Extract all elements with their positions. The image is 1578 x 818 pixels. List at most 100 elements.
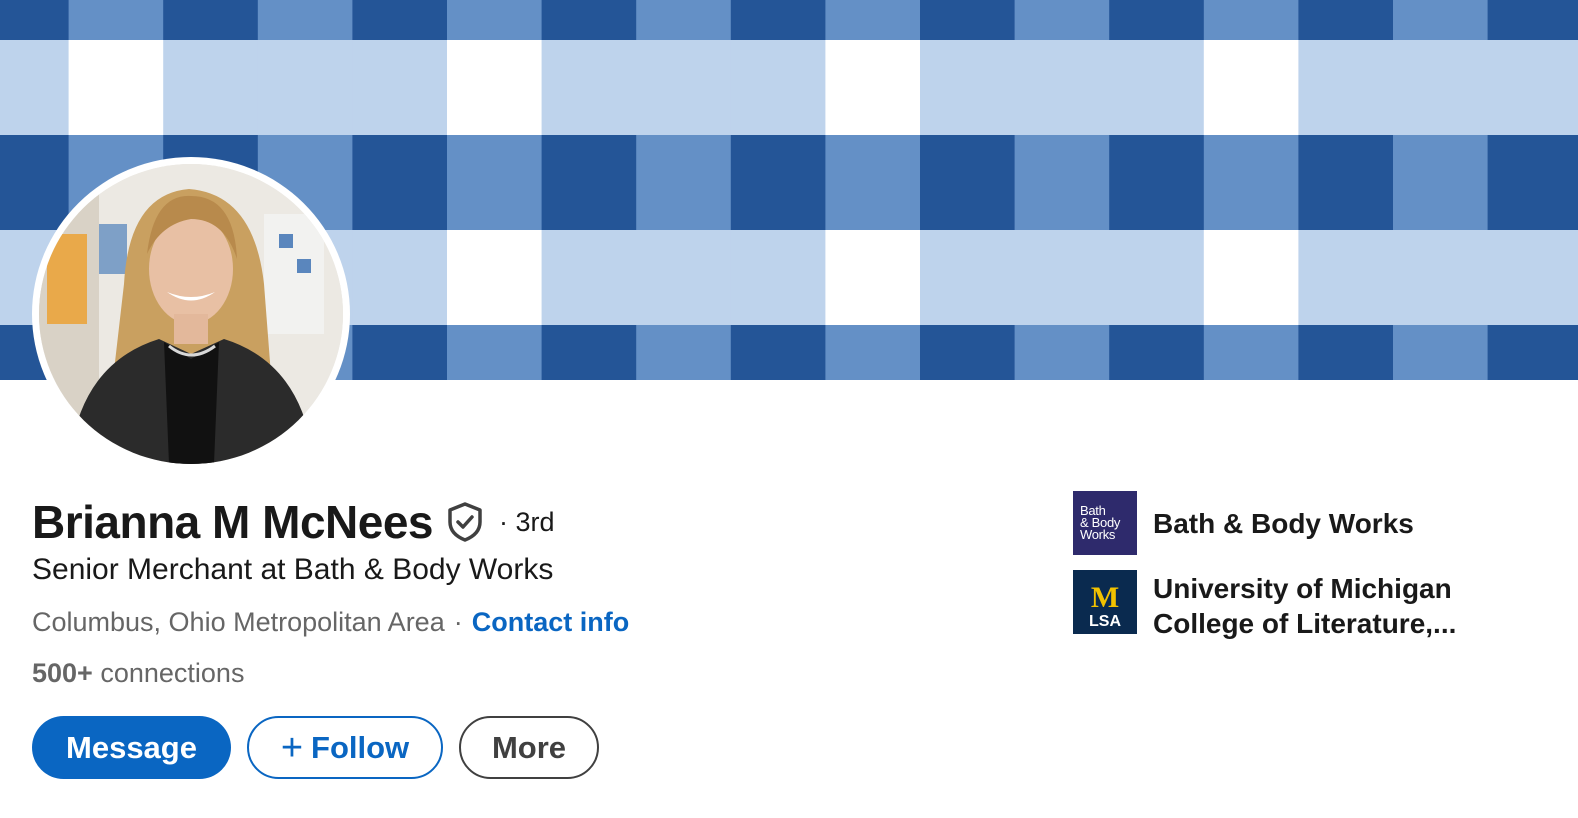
cover-pattern-cell	[352, 40, 448, 136]
cover-pattern-cell	[1109, 135, 1205, 231]
cover-pattern-cell	[636, 0, 732, 41]
bath-body-works-logo: Bath & Body Works	[1073, 491, 1137, 555]
cover-pattern-cell	[447, 325, 543, 380]
cover-pattern-cell	[920, 40, 1016, 136]
cover-pattern-cell	[1203, 40, 1299, 136]
cover-pattern-cell	[636, 135, 732, 231]
cover-pattern-cell	[730, 40, 826, 136]
logo-text: LSA	[1089, 613, 1121, 630]
cover-pattern-cell	[447, 230, 543, 326]
cover-pattern-cell	[1298, 0, 1394, 41]
school-name: University of Michigan College of Litera…	[1153, 571, 1456, 641]
cover-pattern-cell	[163, 40, 259, 136]
cover-pattern-cell	[1109, 40, 1205, 136]
cover-pattern-cell	[1393, 230, 1489, 326]
cover-pattern-cell	[1014, 230, 1110, 326]
cover-pattern-cell	[636, 325, 732, 380]
connections-row[interactable]: 500+ connections	[32, 658, 244, 689]
cover-pattern-cell	[447, 135, 543, 231]
profile-photo[interactable]	[32, 157, 350, 471]
cover-pattern-cell	[1298, 325, 1394, 380]
cover-pattern-cell	[1014, 135, 1110, 231]
cover-pattern-cell	[1487, 40, 1578, 136]
logo-letter: M	[1091, 581, 1119, 614]
connections-count: 500+	[32, 658, 93, 688]
cover-pattern-cell	[1487, 230, 1578, 326]
cover-pattern-cell	[825, 40, 921, 136]
cover-pattern-cell	[920, 135, 1016, 231]
contact-info-link[interactable]: Contact info	[472, 607, 629, 638]
location-separator: ·	[453, 607, 463, 637]
message-button[interactable]: Message	[32, 716, 231, 779]
cover-pattern-cell	[1203, 135, 1299, 231]
cover-pattern-cell	[730, 135, 826, 231]
cover-pattern-cell	[1203, 0, 1299, 41]
cover-pattern-cell	[0, 0, 70, 41]
cover-pattern-cell	[1393, 135, 1489, 231]
cover-pattern-cell	[352, 325, 448, 380]
cover-pattern-cell	[257, 40, 353, 136]
current-company[interactable]: Bath & Body Works Bath & Body Works	[1073, 491, 1414, 555]
cover-pattern-cell	[447, 40, 543, 136]
cover-pattern-cell	[920, 0, 1016, 41]
cover-pattern-cell	[1487, 0, 1578, 41]
cover-pattern-cell	[1487, 325, 1578, 380]
cover-pattern-cell	[447, 0, 543, 41]
cover-pattern-cell	[730, 0, 826, 41]
cover-pattern-cell	[825, 135, 921, 231]
cover-pattern-cell	[541, 230, 637, 326]
cover-pattern-cell	[1109, 230, 1205, 326]
more-button[interactable]: More	[459, 716, 599, 779]
education-school[interactable]: M LSA University of Michigan College of …	[1073, 570, 1456, 641]
cover-pattern-cell	[68, 40, 164, 136]
cover-pattern-cell	[1393, 0, 1489, 41]
profile-name-row: Brianna M McNees · 3rd	[32, 492, 555, 552]
follow-label: Follow	[311, 729, 410, 765]
cover-pattern-cell	[352, 230, 448, 326]
umich-lsa-logo: M LSA	[1073, 570, 1137, 634]
cover-pattern-cell	[541, 40, 637, 136]
cover-pattern-cell	[1014, 325, 1110, 380]
profile-name: Brianna M McNees	[32, 496, 434, 548]
school-name-line2: College of Literature,...	[1153, 608, 1457, 639]
cover-pattern-cell	[352, 0, 448, 41]
profile-location: Columbus, Ohio Metropolitan Area	[32, 607, 445, 637]
profile-headline: Senior Merchant at Bath & Body Works	[32, 553, 554, 586]
cover-pattern-cell	[920, 325, 1016, 380]
cover-pattern-cell	[1203, 325, 1299, 380]
company-name: Bath & Body Works	[1153, 508, 1414, 539]
location-row: Columbus, Ohio Metropolitan Area · Conta…	[32, 607, 629, 638]
cover-pattern-cell	[1393, 325, 1489, 380]
cover-pattern-cell	[825, 325, 921, 380]
cover-pattern-cell	[352, 135, 448, 231]
follow-button[interactable]: + Follow	[247, 716, 443, 779]
cover-pattern-cell	[1109, 325, 1205, 380]
connection-degree: · 3rd	[499, 506, 555, 537]
cover-pattern-cell	[730, 230, 826, 326]
cover-pattern-cell	[541, 325, 637, 380]
cover-pattern-cell	[825, 230, 921, 326]
cover-pattern-cell	[1014, 40, 1110, 136]
cover-pattern-cell	[541, 135, 637, 231]
cover-pattern-cell	[68, 0, 164, 41]
cover-pattern-cell	[1203, 230, 1299, 326]
cover-pattern-cell	[1298, 230, 1394, 326]
cover-pattern-cell	[636, 40, 732, 136]
plus-icon: +	[280, 726, 304, 769]
verified-shield-icon[interactable]	[445, 501, 485, 543]
cover-pattern-cell	[825, 0, 921, 41]
cover-pattern-cell	[920, 230, 1016, 326]
cover-pattern-cell	[163, 0, 259, 41]
school-name-line1: University of Michigan	[1153, 573, 1452, 604]
logo-line: Works	[1080, 527, 1116, 542]
cover-pattern-cell	[1298, 135, 1394, 231]
cover-pattern-cell	[1487, 135, 1578, 231]
cover-pattern-cell	[1014, 0, 1110, 41]
cover-pattern-cell	[1393, 40, 1489, 136]
avatar	[39, 164, 343, 464]
connections-label: connections	[100, 658, 245, 688]
cover-pattern-cell	[257, 0, 353, 41]
cover-pattern-cell	[1298, 40, 1394, 136]
cover-pattern-cell	[730, 325, 826, 380]
cover-pattern-cell	[541, 0, 637, 41]
